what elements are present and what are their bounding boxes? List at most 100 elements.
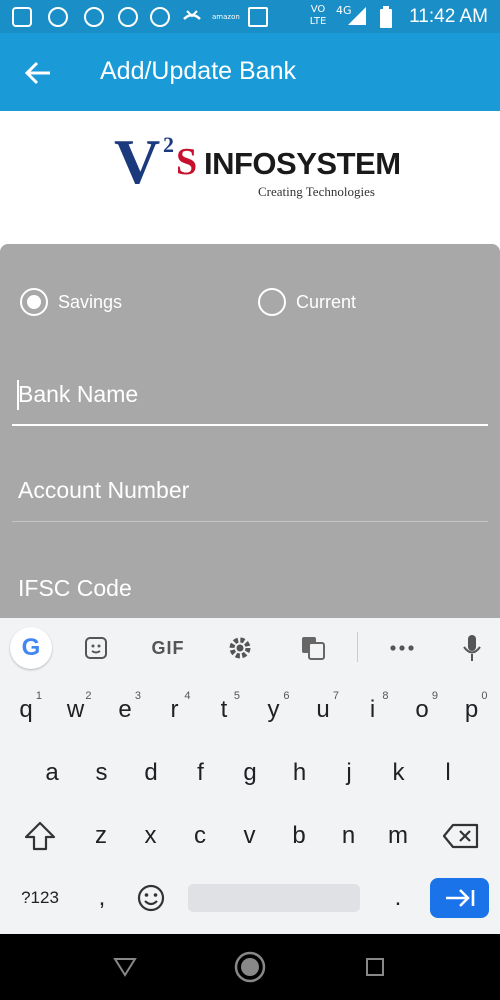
key-n[interactable]: n bbox=[327, 814, 371, 858]
key-number-hint: 2 bbox=[85, 690, 92, 702]
logo-v: V bbox=[114, 126, 161, 197]
square-recents-icon bbox=[366, 958, 384, 976]
key-t[interactable]: t5 bbox=[202, 688, 246, 732]
key-number-hint: 6 bbox=[283, 690, 290, 702]
key-i[interactable]: i8 bbox=[351, 688, 395, 732]
keyboard-toolbar: G GIF bbox=[0, 618, 500, 678]
key-r[interactable]: r4 bbox=[153, 688, 197, 732]
radio-savings-label: Savings bbox=[58, 291, 123, 312]
account-number-field bbox=[12, 464, 488, 522]
key-number-hint: 3 bbox=[134, 690, 141, 702]
google-icon[interactable]: G bbox=[10, 627, 52, 669]
backspace-key[interactable] bbox=[434, 814, 488, 858]
key-x[interactable]: x bbox=[129, 814, 173, 858]
battery-icon bbox=[380, 6, 392, 32]
radio-current-label: Current bbox=[296, 291, 357, 312]
shift-key[interactable] bbox=[18, 814, 62, 858]
key-f[interactable]: f bbox=[179, 751, 223, 795]
key-l[interactable]: l bbox=[426, 751, 470, 795]
key-w[interactable]: w2 bbox=[54, 688, 98, 732]
key-label: r bbox=[170, 696, 179, 723]
key-label: q bbox=[19, 696, 33, 723]
key-label: y bbox=[267, 696, 280, 723]
sticker-icon[interactable] bbox=[76, 628, 116, 668]
emoji-icon bbox=[137, 884, 165, 912]
key-m[interactable]: m bbox=[376, 814, 420, 858]
bank-form-card: Savings Current bbox=[0, 244, 500, 624]
key-number-hint: 1 bbox=[35, 690, 42, 702]
key-number-hint: 0 bbox=[481, 690, 488, 702]
key-j[interactable]: j bbox=[327, 751, 371, 795]
key-number-hint: 4 bbox=[184, 690, 191, 702]
period-key[interactable]: . bbox=[378, 876, 418, 920]
emoji-key[interactable] bbox=[130, 876, 172, 920]
back-button[interactable] bbox=[18, 53, 58, 93]
headset-icon bbox=[118, 7, 138, 27]
key-label: p bbox=[464, 696, 479, 723]
key-h[interactable]: h bbox=[278, 751, 322, 795]
key-s[interactable]: s bbox=[80, 751, 124, 795]
enter-key[interactable] bbox=[430, 878, 489, 918]
key-z[interactable]: z bbox=[79, 814, 123, 858]
nav-recents-button[interactable] bbox=[358, 950, 392, 984]
key-o[interactable]: o9 bbox=[400, 688, 444, 732]
logo-sup: 2 bbox=[163, 132, 174, 157]
symbols-key[interactable]: ?123 bbox=[12, 876, 68, 920]
more-icon[interactable] bbox=[382, 628, 422, 668]
status-bar: amazon VO LTE 4G 11:42 AM bbox=[0, 0, 500, 33]
nav-back-button[interactable] bbox=[108, 950, 142, 984]
comma-key[interactable]: , bbox=[82, 876, 122, 920]
key-number-hint: 9 bbox=[431, 690, 438, 702]
key-number-hint: 8 bbox=[382, 690, 389, 702]
sim-icon bbox=[12, 7, 32, 27]
rupee-icon bbox=[84, 7, 104, 27]
gif-label: GIF bbox=[151, 637, 185, 658]
key-v[interactable]: v bbox=[228, 814, 272, 858]
image-icon bbox=[248, 7, 268, 27]
key-label: t bbox=[220, 696, 228, 723]
page-title: Add/Update Bank bbox=[100, 57, 296, 85]
text-cursor bbox=[17, 380, 19, 410]
radio-checked-icon bbox=[20, 288, 48, 316]
mic-icon[interactable] bbox=[452, 628, 492, 668]
ifsc-code-field bbox=[12, 562, 488, 620]
bank-name-underline bbox=[12, 424, 488, 426]
chat-icon bbox=[48, 7, 68, 27]
translate-icon[interactable] bbox=[293, 628, 333, 668]
key-u[interactable]: u7 bbox=[301, 688, 345, 732]
key-p[interactable]: p0 bbox=[450, 688, 494, 732]
volte-icon: VO LTE bbox=[309, 4, 327, 27]
shift-icon bbox=[24, 821, 56, 851]
radio-savings[interactable]: Savings bbox=[20, 288, 122, 316]
logo-name: INFOSYSTEM bbox=[204, 146, 401, 181]
app-bar: Add/Update Bank bbox=[0, 33, 500, 111]
soft-keyboard: G GIF q1w2e3r4t5y6u7i8o9p0 asdfghjkl zxc… bbox=[0, 618, 500, 934]
key-b[interactable]: b bbox=[277, 814, 321, 858]
settings-icon[interactable] bbox=[220, 628, 260, 668]
key-label: u bbox=[316, 696, 330, 723]
arrow-left-icon bbox=[24, 61, 50, 85]
account-number-input[interactable] bbox=[12, 464, 488, 516]
space-key[interactable] bbox=[188, 884, 360, 912]
logo-s: S bbox=[176, 141, 198, 183]
bank-name-input[interactable] bbox=[12, 368, 488, 420]
key-d[interactable]: d bbox=[129, 751, 173, 795]
amazon-icon: amazon bbox=[212, 13, 240, 21]
company-logo: V 2 S INFOSYSTEM Creating Technologies bbox=[108, 122, 401, 216]
bank-name-field bbox=[12, 368, 488, 426]
circle-home-icon bbox=[234, 951, 266, 983]
key-a[interactable]: a bbox=[30, 751, 74, 795]
key-e[interactable]: e3 bbox=[103, 688, 147, 732]
radio-current[interactable]: Current bbox=[258, 288, 356, 316]
missed-call-icon bbox=[182, 7, 202, 27]
account-number-underline bbox=[12, 521, 488, 522]
gif-icon[interactable]: GIF bbox=[148, 628, 188, 668]
key-y[interactable]: y6 bbox=[252, 688, 296, 732]
key-q[interactable]: q1 bbox=[4, 688, 48, 732]
nav-home-button[interactable] bbox=[233, 950, 267, 984]
key-g[interactable]: g bbox=[228, 751, 272, 795]
ifsc-code-input[interactable] bbox=[12, 562, 488, 614]
logo-tagline: Creating Technologies bbox=[258, 184, 375, 199]
key-c[interactable]: c bbox=[178, 814, 222, 858]
key-k[interactable]: k bbox=[377, 751, 421, 795]
